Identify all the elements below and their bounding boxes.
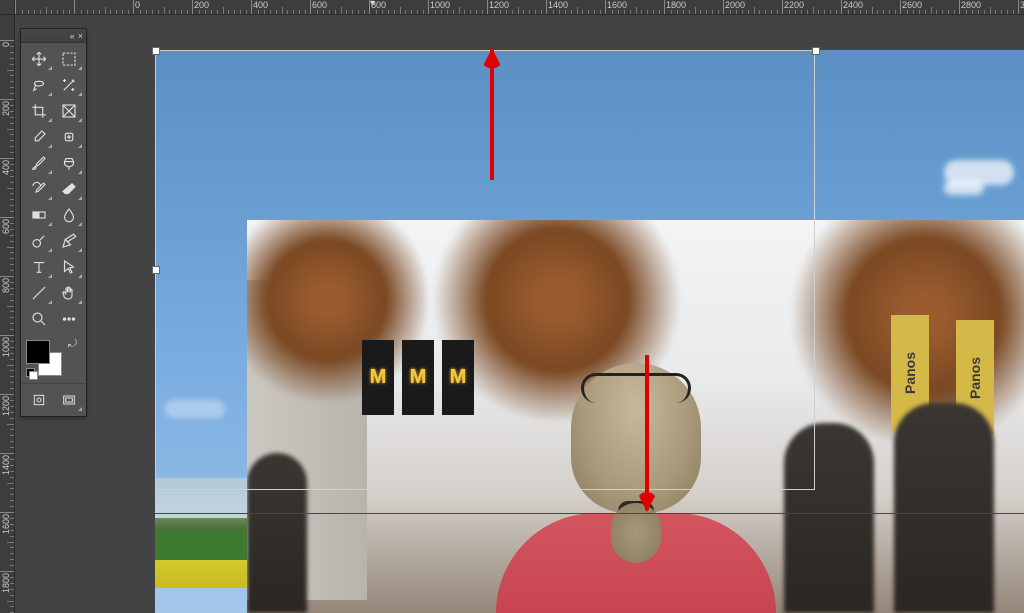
transform-handle-top-left[interactable] <box>152 47 160 55</box>
transform-bounding-box[interactable] <box>155 50 815 490</box>
crop-tool[interactable] <box>24 98 54 124</box>
tools-grid <box>21 43 86 335</box>
annotation-arrow-down-icon <box>645 355 649 510</box>
frame-tool[interactable] <box>54 98 84 124</box>
color-swatches: ⤾ <box>24 338 83 380</box>
annotation-arrow-up-icon <box>490 50 494 180</box>
line-tool[interactable] <box>24 280 54 306</box>
dodge-tool[interactable] <box>24 228 54 254</box>
layer-landscape-strip <box>155 478 247 588</box>
history-brush-tool[interactable] <box>24 176 54 202</box>
path-selection-tool[interactable] <box>54 254 84 280</box>
default-colors-icon[interactable] <box>26 368 36 378</box>
pedestrian-shape <box>894 403 994 613</box>
eyedropper-tool[interactable] <box>24 124 54 150</box>
change-screen-mode-button[interactable] <box>54 387 84 413</box>
cloud-shape <box>944 180 984 195</box>
screen-mode-row <box>21 383 86 416</box>
guide-horizontal[interactable] <box>15 513 1024 514</box>
canvas-area[interactable]: M M M Panos Panos <box>15 15 1024 613</box>
ruler-horizontal[interactable]: ▾ 02004006008001000120014001600180020002… <box>15 0 1024 15</box>
type-tool[interactable] <box>24 254 54 280</box>
pen-tool[interactable] <box>54 228 84 254</box>
brush-tool[interactable] <box>24 150 54 176</box>
foreground-color-swatch[interactable] <box>26 340 50 364</box>
transform-handle-top-middle[interactable] <box>812 47 820 55</box>
zoom-tool[interactable] <box>24 306 54 332</box>
ruler-vertical[interactable]: 0200400600800100012001400160018002000 <box>0 15 15 613</box>
magic-wand-tool[interactable] <box>54 72 84 98</box>
hand-tool[interactable] <box>54 280 84 306</box>
standard-mode-button[interactable] <box>24 387 54 413</box>
panel-close-icon[interactable]: × <box>78 31 83 41</box>
move-tool[interactable] <box>24 46 54 72</box>
marquee-tool[interactable] <box>54 46 84 72</box>
toolbox-panel[interactable]: « × ⤾ <box>20 28 87 417</box>
swap-colors-icon[interactable]: ⤾ <box>68 338 77 351</box>
ruler-origin[interactable] <box>0 0 15 15</box>
panel-collapse-icon[interactable]: « <box>70 31 75 41</box>
eraser-tool[interactable] <box>54 176 84 202</box>
lasso-tool[interactable] <box>24 72 54 98</box>
edit-toolbar-button[interactable] <box>54 306 84 332</box>
blur-tool[interactable] <box>54 202 84 228</box>
clone-stamp-tool[interactable] <box>54 150 84 176</box>
transform-handle-middle-left[interactable] <box>152 266 160 274</box>
toolbox-header[interactable]: « × <box>21 29 86 43</box>
healing-brush-tool[interactable] <box>54 124 84 150</box>
gradient-tool[interactable] <box>24 202 54 228</box>
